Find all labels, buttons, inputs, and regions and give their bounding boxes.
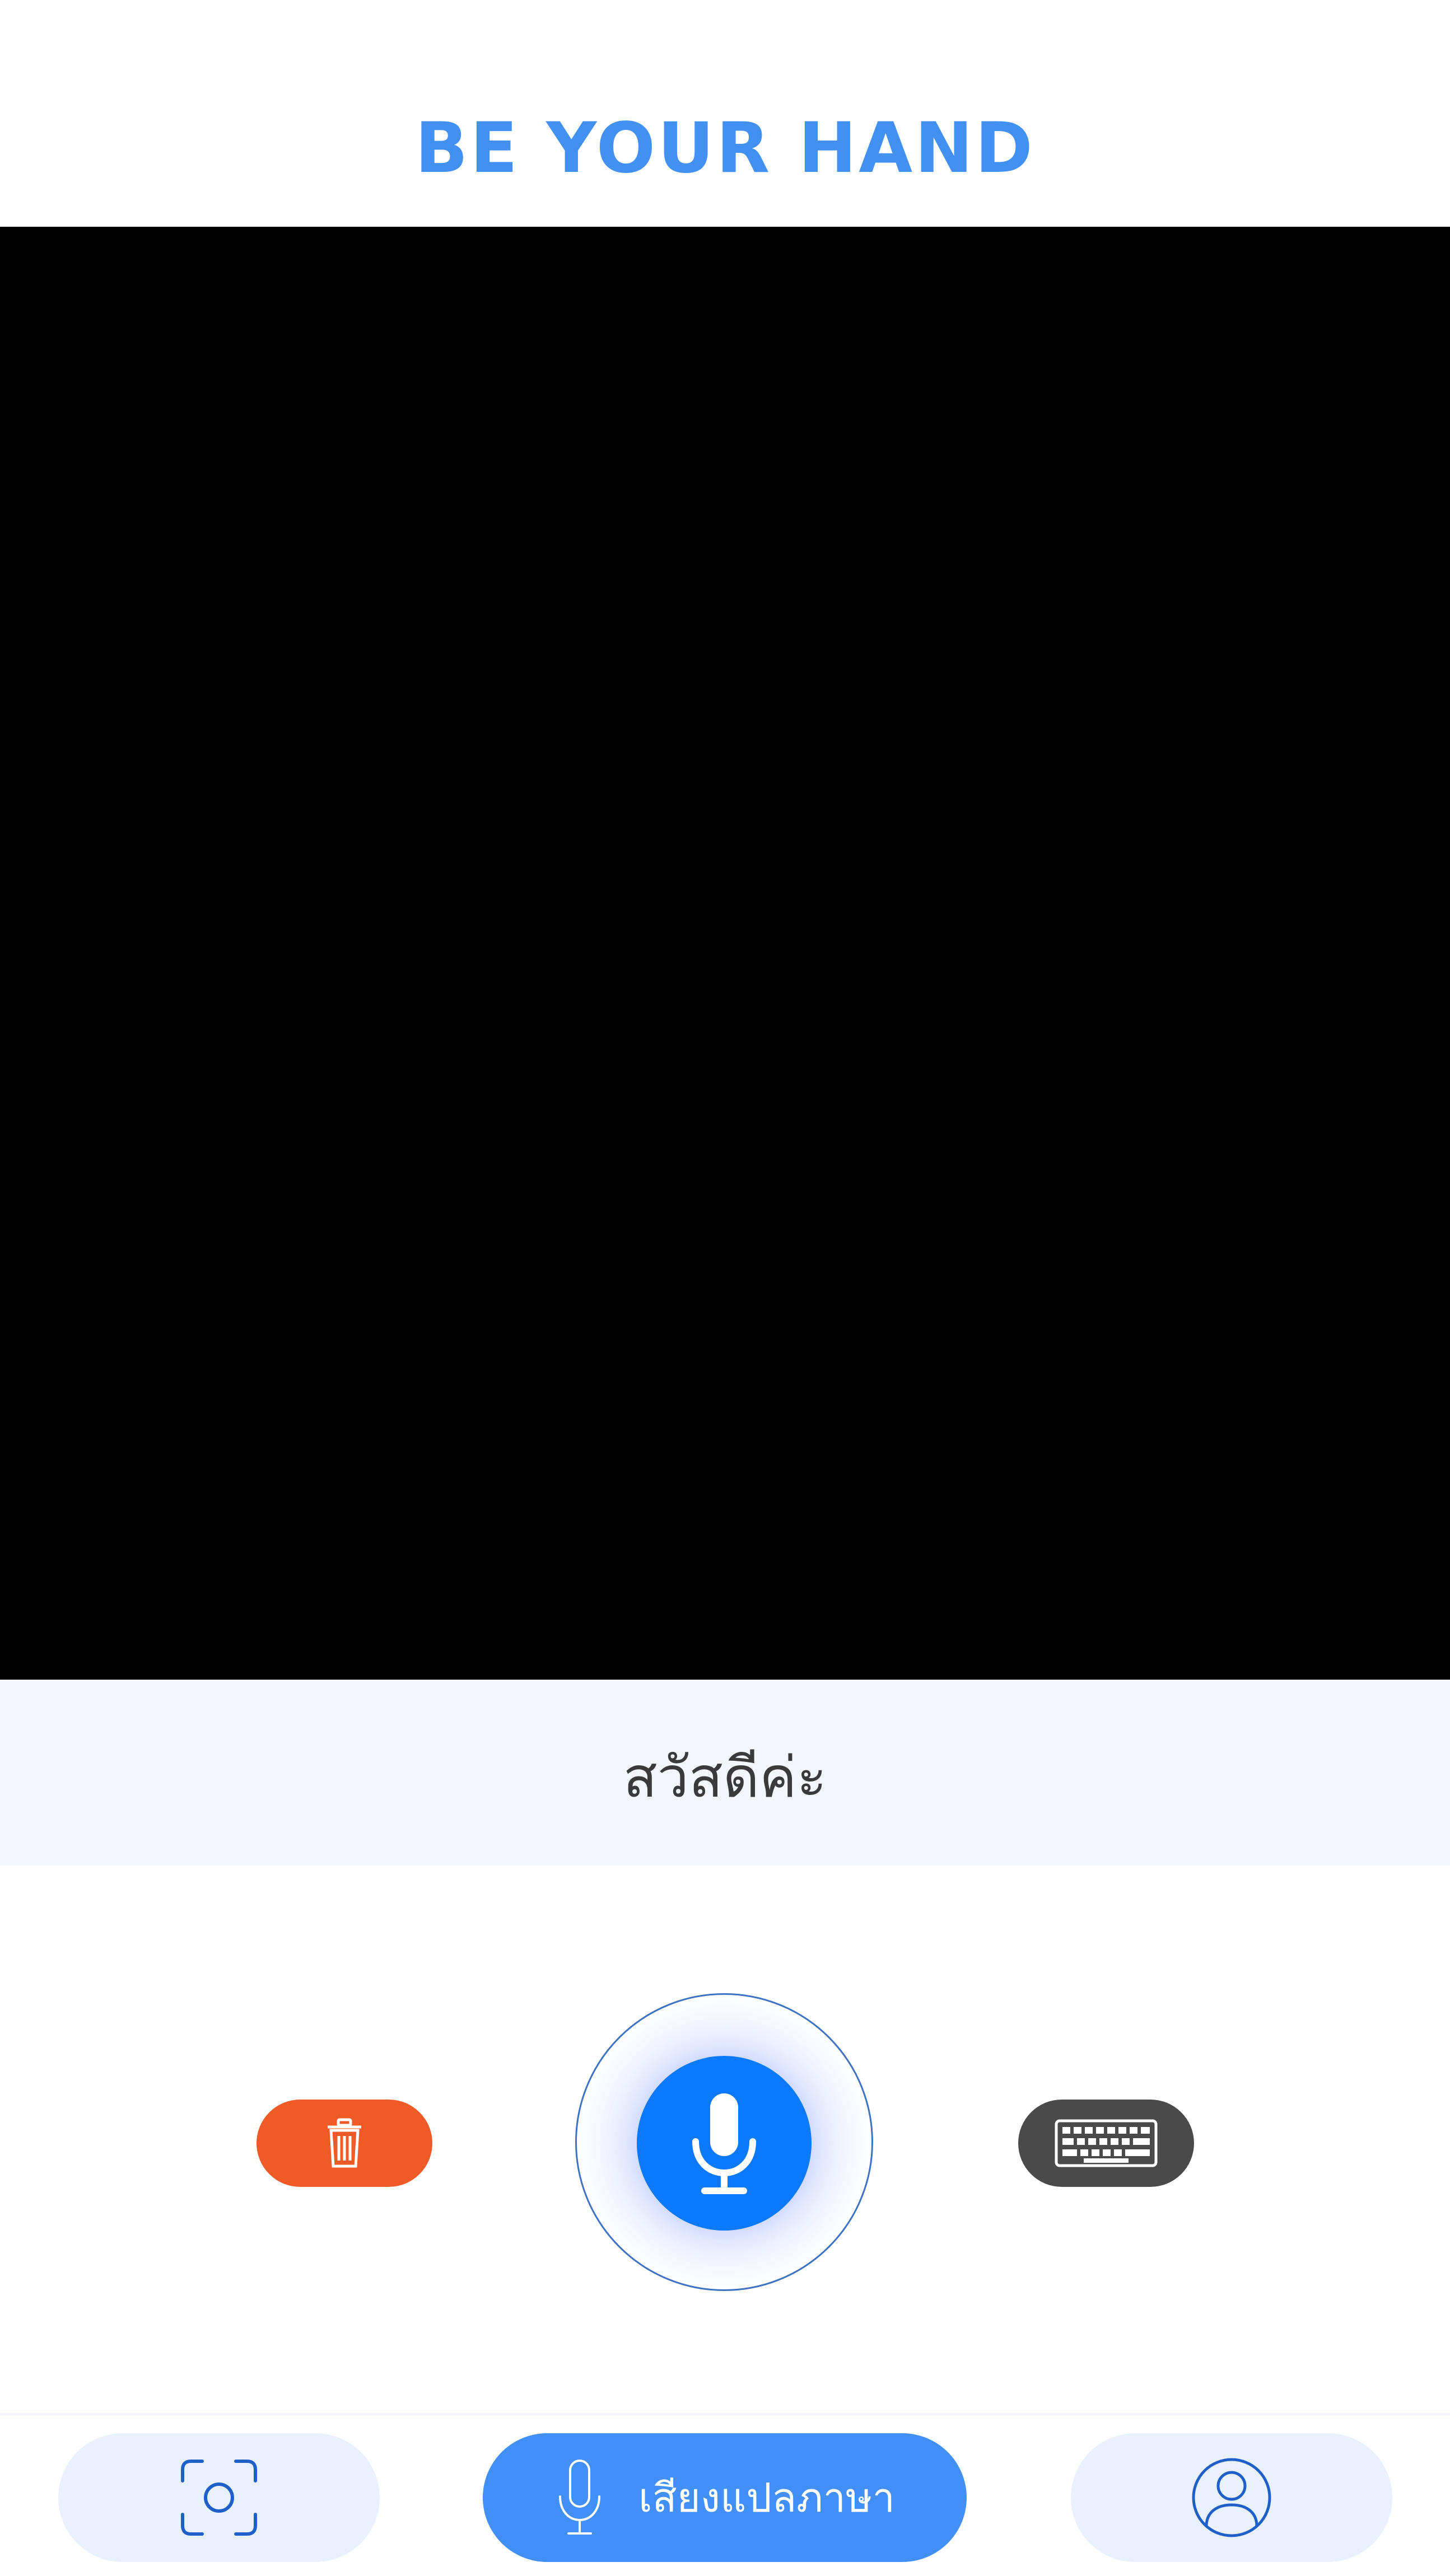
nav-voice-translate-tab[interactable]: เสียงแปลภาษา bbox=[483, 2433, 967, 2562]
record-mic-button[interactable] bbox=[637, 2056, 812, 2231]
transcript-text: สวัสดีค่ะ bbox=[623, 1745, 827, 1810]
nav-profile-tab[interactable] bbox=[1071, 2433, 1392, 2562]
microphone-icon bbox=[559, 2460, 601, 2535]
nav-voice-translate-label: เสียงแปลภาษา bbox=[638, 2474, 895, 2521]
keyboard-icon bbox=[1055, 2119, 1158, 2167]
nav-camera-tab[interactable] bbox=[58, 2433, 380, 2562]
clear-button[interactable] bbox=[257, 2100, 432, 2187]
transcript-panel: สวัสดีค่ะ bbox=[0, 1680, 1450, 1866]
app-title: BE YOUR HAND bbox=[415, 108, 1035, 189]
trash-icon bbox=[328, 2118, 361, 2168]
keyboard-button[interactable] bbox=[1018, 2100, 1194, 2187]
user-profile-icon bbox=[1192, 2458, 1271, 2537]
camera-preview bbox=[0, 227, 1450, 1680]
microphone-icon bbox=[692, 2093, 756, 2194]
camera-focus-icon bbox=[181, 2460, 257, 2536]
app-header: BE YOUR HAND bbox=[0, 0, 1450, 227]
